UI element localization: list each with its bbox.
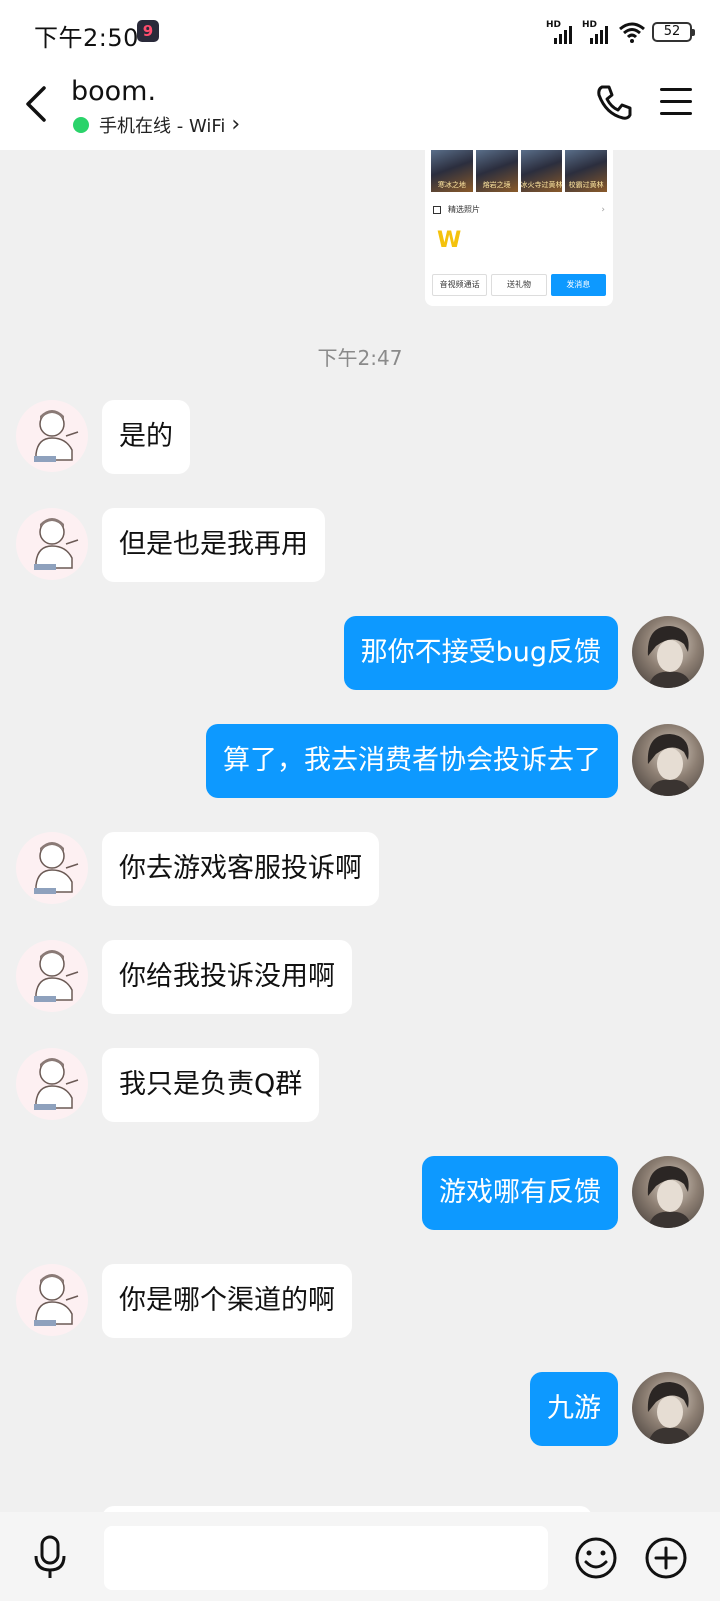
card-section-label: 精选照片	[448, 205, 480, 214]
my-avatar[interactable]	[632, 1156, 704, 1228]
online-status-text: 手机在线 - WiFi	[99, 116, 226, 137]
mic-icon[interactable]	[30, 1534, 70, 1580]
card-image: 熔岩之境	[475, 150, 518, 192]
card-image: 校霸过黄林	[565, 150, 607, 192]
card-gift-button[interactable]: 送礼物	[491, 274, 547, 296]
plus-icon[interactable]	[644, 1536, 688, 1580]
contact-avatar[interactable]	[16, 832, 88, 904]
back-chevron-icon[interactable]	[18, 82, 54, 126]
wifi-icon	[619, 22, 645, 43]
contact-avatar[interactable]	[16, 1264, 88, 1336]
card-logo: W	[437, 228, 461, 253]
chevron-right-icon: ›	[601, 204, 605, 215]
outgoing-message-bubble[interactable]: 九游	[530, 1372, 618, 1446]
chevron-right-icon: ›	[231, 112, 241, 137]
card-message-button[interactable]: 发消息	[550, 274, 606, 296]
card-image: 寒冰之地	[431, 150, 473, 192]
emoji-icon[interactable]	[574, 1536, 618, 1580]
card-image-strip: 寒冰之地 熔岩之境 冰火寺过黄林 校霸过黄林	[425, 150, 613, 192]
app-notification-icon: 9	[137, 20, 159, 42]
incoming-message-bubble[interactable]: 是的	[102, 400, 190, 474]
card-buttons: 音视频通话 送礼物 发消息	[432, 274, 606, 296]
shared-profile-card[interactable]: 寒冰之地 熔岩之境 冰火寺过黄林 校霸过黄林 精选照片 › W 音视频通话 送礼…	[425, 150, 613, 306]
contact-avatar[interactable]	[16, 1048, 88, 1120]
contact-avatar[interactable]	[16, 940, 88, 1012]
outgoing-message-bubble[interactable]: 那你不接受bug反馈	[343, 616, 618, 690]
card-image: 冰火寺过黄林	[520, 150, 563, 192]
contact-avatar[interactable]	[16, 508, 88, 580]
phone-icon[interactable]	[594, 82, 634, 122]
card-call-button[interactable]: 音视频通话	[432, 274, 488, 296]
signal-hd-icon: HD	[546, 20, 576, 44]
top-bar: 下午2:50 9 HD HD 52 boom. 手机在线 - WiFi ›	[0, 0, 720, 150]
contact-name[interactable]: boom.	[71, 76, 156, 107]
input-bar	[0, 1512, 720, 1601]
my-avatar[interactable]	[632, 724, 704, 796]
battery-icon: 52	[652, 22, 695, 42]
online-status[interactable]: 手机在线 - WiFi ›	[73, 112, 240, 138]
message-timestamp: 下午2:47	[317, 346, 403, 370]
outgoing-message-bubble[interactable]: 算了，我去消费者协会投诉去了	[206, 724, 618, 798]
contact-avatar[interactable]	[16, 400, 88, 472]
grid-icon	[433, 205, 441, 214]
incoming-message-bubble[interactable]: 但是也是我再用	[102, 508, 325, 582]
incoming-message-bubble[interactable]: 你给我投诉没用啊	[102, 940, 352, 1014]
incoming-message-bubble[interactable]: 我只是负责Q群	[102, 1048, 320, 1122]
message-input[interactable]	[104, 1526, 548, 1590]
menu-icon[interactable]	[660, 88, 692, 118]
incoming-message-bubble[interactable]: 你是哪个渠道的啊	[102, 1264, 352, 1338]
card-section-row[interactable]: 精选照片 ›	[425, 192, 613, 215]
outgoing-message-bubble[interactable]: 游戏哪有反馈	[422, 1156, 618, 1230]
online-dot-icon	[73, 117, 89, 133]
status-time: 下午2:50	[34, 24, 139, 52]
signal-hd-icon-2: HD	[582, 20, 612, 44]
status-indicators: HD HD 52	[546, 18, 695, 46]
my-avatar[interactable]	[632, 616, 704, 688]
incoming-message-bubble[interactable]: 你去游戏客服投诉啊	[102, 832, 379, 906]
my-avatar[interactable]	[632, 1372, 704, 1444]
